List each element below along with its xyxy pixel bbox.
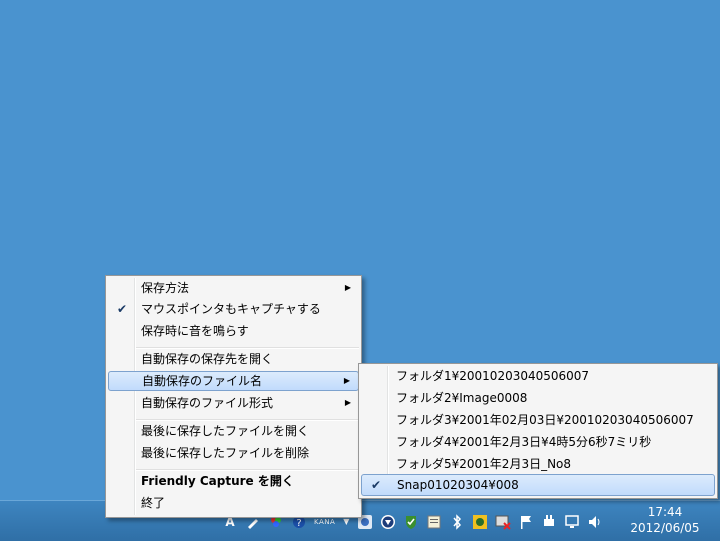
submenu-item-folder4[interactable]: フォルダ4¥2001年2月3日¥4時5分6秒7ミリ秒	[361, 431, 715, 453]
game-icon[interactable]	[472, 514, 488, 530]
menu-item-label: 最後に保存したファイルを開く	[141, 424, 310, 438]
network-error-icon[interactable]	[495, 514, 511, 530]
menu-item-open-last-saved[interactable]: 最後に保存したファイルを開く	[108, 421, 359, 441]
check-icon: ✔	[371, 478, 382, 492]
check-icon: ✔	[117, 302, 128, 316]
submenu-item-folder1[interactable]: フォルダ1¥20010203040506007	[361, 365, 715, 387]
menu-item-sound-on-save[interactable]: 保存時に音を鳴らす	[108, 321, 359, 341]
submenu-item-snap[interactable]: ✔ Snap01020304¥008	[361, 474, 715, 496]
plug-icon[interactable]	[541, 514, 557, 530]
submenu-item-folder2[interactable]: フォルダ2¥Image0008	[361, 387, 715, 409]
submenu-arrow-icon: ▶	[344, 283, 351, 292]
menu-item-label: 最後に保存したファイルを削除	[141, 446, 310, 460]
menu-item-label: 自動保存の保存先を開く	[141, 352, 274, 366]
clock-time: 17:44	[647, 505, 683, 519]
submenu-item-folder5[interactable]: フォルダ5¥2001年2月3日_No8	[361, 453, 715, 475]
menu-item-label: 終了	[141, 496, 166, 510]
bluetooth-icon[interactable]	[449, 514, 465, 530]
submenu-arrow-icon: ▶	[343, 376, 350, 385]
context-menu: 保存方法 ▶ ✔ マウスポインタもキャプチャする 保存時に音を鳴らす 自動保存の…	[105, 275, 362, 518]
menu-item-label: 自動保存のファイル形式	[141, 396, 274, 410]
submenu-item-label: Snap01020304¥008	[397, 478, 519, 492]
menu-item-label: Friendly Capture を開く	[141, 474, 294, 488]
menu-item-label: マウスポインタもキャプチャする	[141, 302, 321, 316]
menu-item-label: 保存方法	[141, 281, 190, 295]
menu-item-open-autosave-folder[interactable]: 自動保存の保存先を開く	[108, 349, 359, 369]
menu-item-autosave-filename[interactable]: 自動保存のファイル名 ▶	[108, 371, 359, 391]
submenu-item-folder3[interactable]: フォルダ3¥2001年02月03日¥20010203040506007	[361, 409, 715, 431]
menu-item-delete-last-saved[interactable]: 最後に保存したファイルを削除	[108, 443, 359, 463]
menu-item-label: 保存時に音を鳴らす	[141, 324, 249, 338]
menu-item-exit[interactable]: 終了	[108, 493, 359, 513]
flag-icon[interactable]	[518, 514, 534, 530]
menu-item-label: 自動保存のファイル名	[142, 374, 263, 388]
notepad-icon[interactable]	[426, 514, 442, 530]
menu-item-open-friendly-capture[interactable]: Friendly Capture を開く	[108, 471, 359, 491]
filename-submenu: フォルダ1¥20010203040506007 フォルダ2¥Image0008 …	[358, 363, 718, 499]
menu-item-save-method[interactable]: 保存方法 ▶	[108, 278, 359, 298]
system-clock[interactable]: 17:44 2012/06/05	[620, 504, 710, 536]
menu-item-capture-pointer[interactable]: ✔ マウスポインタもキャプチャする	[108, 299, 359, 319]
ime-kana-label[interactable]: KANA	[314, 518, 335, 526]
menu-item-autosave-format[interactable]: 自動保存のファイル形式 ▶	[108, 393, 359, 413]
submenu-item-label: フォルダ4¥2001年2月3日¥4時5分6秒7ミリ秒	[396, 435, 652, 449]
shield-icon[interactable]	[403, 514, 419, 530]
volume-icon[interactable]	[587, 514, 603, 530]
submenu-item-label: フォルダ5¥2001年2月3日_No8	[396, 457, 572, 471]
submenu-item-label: フォルダ2¥Image0008	[396, 391, 528, 405]
submenu-item-label: フォルダ3¥2001年02月03日¥20010203040506007	[396, 413, 694, 427]
svg-text:?: ?	[296, 518, 301, 529]
submenu-item-label: フォルダ1¥20010203040506007	[396, 369, 590, 383]
clock-date: 2012/06/05	[630, 521, 700, 535]
download-icon[interactable]	[380, 514, 396, 530]
monitor-icon[interactable]	[564, 514, 580, 530]
submenu-arrow-icon: ▶	[344, 398, 351, 407]
